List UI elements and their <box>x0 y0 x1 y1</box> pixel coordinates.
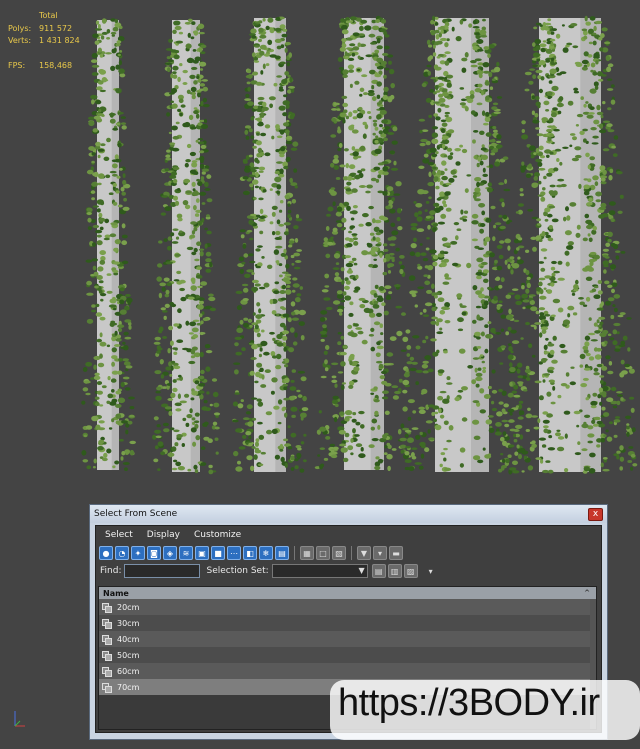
pillars-render <box>81 15 638 475</box>
display-groups-icon[interactable]: ▣ <box>195 546 209 560</box>
menu-customize[interactable]: Customize <box>194 530 241 540</box>
display-cameras-icon[interactable]: ◙ <box>147 546 161 560</box>
toolbar-divider <box>351 546 352 560</box>
filter-toolbar: ● ◔ ✦ ◙ ◈ ≋ ▣ ■ ⋯ ◧ ❄ ▤ ▦ □ ▧ ▼ ▾ ▬ <box>96 544 601 562</box>
watermark-text: https://3BODY.ir <box>338 682 600 724</box>
selection-set-label: Selection Set: <box>206 566 269 576</box>
list-item[interactable]: 30cm <box>99 615 596 631</box>
ivy-pillar <box>152 18 221 475</box>
verts-value: 1 431 824 <box>39 36 80 45</box>
selection-set-dropdown[interactable]: ▼ <box>271 564 368 578</box>
ivy-pillar <box>232 16 309 473</box>
create-selection-set-icon[interactable]: ▤ <box>371 564 386 578</box>
display-spacewarps-icon[interactable]: ≋ <box>179 546 193 560</box>
dialog-title: Select From Scene <box>94 509 178 519</box>
list-header[interactable]: Name ^ <box>99 587 596 599</box>
dialog-titlebar[interactable]: Select From Scene x <box>90 505 607 523</box>
object-icon <box>102 682 112 693</box>
close-button[interactable]: x <box>588 507 603 521</box>
list-item-label: 60cm <box>117 666 140 676</box>
list-item-label: 40cm <box>117 634 140 644</box>
filter-options-icon[interactable]: ▾ <box>373 546 387 560</box>
verts-label: Verts: <box>8 36 32 45</box>
display-lights-icon[interactable]: ✦ <box>131 546 145 560</box>
object-icon <box>102 634 112 645</box>
list-item[interactable]: 50cm <box>99 647 596 663</box>
menu-display[interactable]: Display <box>147 530 180 540</box>
display-frozen-icon[interactable]: ❄ <box>259 546 273 560</box>
display-none-icon[interactable]: □ <box>316 546 330 560</box>
display-bones-icon[interactable]: ⋯ <box>227 546 241 560</box>
display-helpers-icon[interactable]: ◈ <box>163 546 177 560</box>
object-icon <box>102 618 112 629</box>
stats-total-label: Total <box>39 11 58 20</box>
display-all-icon[interactable]: ▦ <box>300 546 314 560</box>
columns-icon[interactable]: ▬ <box>389 546 403 560</box>
display-geometry-icon[interactable]: ● <box>99 546 113 560</box>
polys-value: 911 572 <box>39 23 73 33</box>
ivy-pillar <box>399 15 525 474</box>
list-item-label: 20cm <box>117 602 140 612</box>
object-icon <box>102 650 112 661</box>
list-item[interactable]: 40cm <box>99 631 596 647</box>
menu-select[interactable]: Select <box>105 530 133 540</box>
list-item-label: 30cm <box>117 618 140 628</box>
display-invert-icon[interactable]: ▧ <box>332 546 346 560</box>
display-shapes-icon[interactable]: ◔ <box>115 546 129 560</box>
find-input[interactable] <box>124 564 201 578</box>
axis-gizmo-icon <box>14 711 25 727</box>
display-hidden-icon[interactable]: ▤ <box>275 546 289 560</box>
ivy-pillar <box>314 15 412 472</box>
list-item[interactable]: 60cm <box>99 663 596 679</box>
viewport[interactable] <box>0 0 640 500</box>
display-containers-icon[interactable]: ◧ <box>243 546 257 560</box>
fps-label: FPS: <box>8 60 26 70</box>
remove-from-set-icon[interactable]: ▨ <box>403 564 418 578</box>
dialog-menubar: Select Display Customize <box>96 526 601 544</box>
display-xrefs-icon[interactable]: ■ <box>211 546 225 560</box>
chevron-down-icon: ▼ <box>358 566 365 575</box>
toolbar-divider <box>294 546 295 560</box>
column-name-header[interactable]: Name <box>103 589 129 598</box>
list-item-label: 50cm <box>117 650 140 660</box>
viewport-stats: Total Polys: 911 572 Verts: 1 431 824 FPS:… <box>8 10 80 72</box>
polys-label: Polys: <box>8 23 32 33</box>
list-item[interactable]: 20cm <box>99 599 596 615</box>
find-label: Find: <box>100 566 122 576</box>
more-options-icon[interactable]: ▾ <box>424 564 438 578</box>
object-icon <box>102 666 112 677</box>
sort-arrow-icon: ^ <box>584 589 590 597</box>
list-item-label: 70cm <box>117 682 140 692</box>
filter-icon[interactable]: ▼ <box>357 546 371 560</box>
object-icon <box>102 602 112 613</box>
ivy-pillar <box>81 18 136 472</box>
fps-value: 158,468 <box>39 60 73 70</box>
add-to-set-icon[interactable]: ▥ <box>387 564 402 578</box>
find-row: Find: Selection Set: ▼ ▤ ▥ ▨ ▾ <box>96 562 601 580</box>
